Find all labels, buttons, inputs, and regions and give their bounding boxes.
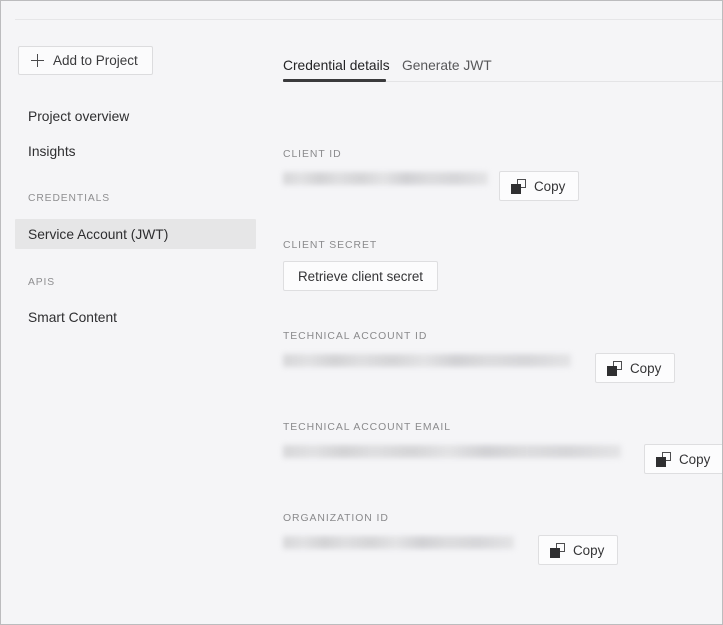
copy-technical-account-email-button[interactable]: Copy: [644, 444, 722, 474]
credentials-page: Add to Project Project overview Insights…: [0, 0, 723, 625]
field-label: TECHNICAL ACCOUNT EMAIL: [283, 422, 451, 433]
top-divider: [15, 19, 722, 20]
sidebar-item-label: Smart Content: [28, 309, 117, 325]
field-label: CLIENT ID: [283, 149, 342, 160]
copy-button-label: Copy: [573, 542, 605, 558]
field-row: [283, 445, 621, 458]
copy-icon: [607, 360, 622, 376]
field-organization-id: ORGANIZATION ID Copy: [283, 513, 619, 565]
sidebar-item-project-overview[interactable]: Project overview: [15, 101, 256, 131]
field-label: CLIENT SECRET: [283, 240, 378, 251]
tab-label: Generate JWT: [402, 57, 492, 73]
copy-button-label: Copy: [679, 451, 711, 467]
technical-account-id-value: [283, 354, 571, 367]
add-to-project-label: Add to Project: [53, 53, 138, 68]
main-panel: Credential details Generate JWT CLIENT I…: [271, 31, 722, 624]
copy-icon: [550, 542, 565, 558]
copy-icon: [656, 451, 671, 467]
retrieve-button-label: Retrieve client secret: [298, 268, 424, 284]
field-label: ORGANIZATION ID: [283, 513, 389, 524]
field-row: [283, 354, 571, 367]
technical-account-email-value: [283, 445, 621, 458]
copy-icon: [511, 178, 526, 194]
retrieve-client-secret-button[interactable]: Retrieve client secret: [283, 261, 439, 291]
copy-organization-id-button[interactable]: Copy: [538, 535, 619, 565]
sidebar-item-label: Insights: [28, 143, 76, 159]
field-client-secret: CLIENT SECRET Retrieve client secret: [283, 240, 439, 291]
plus-icon: [31, 54, 44, 67]
sidebar-section-credentials: CREDENTIALS: [28, 193, 110, 204]
sidebar: Add to Project Project overview Insights…: [1, 31, 271, 624]
sidebar-item-label: Service Account (JWT): [28, 226, 169, 242]
tab-credential-details[interactable]: Credential details: [283, 49, 390, 81]
add-to-project-button[interactable]: Add to Project: [18, 46, 153, 75]
field-technical-account-id: TECHNICAL ACCOUNT ID Copy: [283, 331, 676, 383]
field-technical-account-email: TECHNICAL ACCOUNT EMAIL Copy: [283, 422, 722, 474]
active-tab-indicator: [283, 79, 386, 82]
tab-bar: Credential details Generate JWT: [271, 49, 722, 81]
client-id-value: [283, 172, 488, 185]
tab-generate-jwt[interactable]: Generate JWT: [402, 49, 492, 81]
sidebar-item-label: Project overview: [28, 108, 130, 124]
field-label: TECHNICAL ACCOUNT ID: [283, 331, 428, 342]
tab-label: Credential details: [283, 57, 390, 73]
copy-button-label: Copy: [534, 178, 566, 194]
field-client-id: CLIENT ID Copy: [283, 149, 580, 201]
sidebar-item-service-account-jwt[interactable]: Service Account (JWT): [15, 219, 256, 249]
sidebar-item-insights[interactable]: Insights: [15, 136, 256, 166]
sidebar-item-smart-content[interactable]: Smart Content: [15, 302, 256, 332]
copy-button-label: Copy: [630, 360, 662, 376]
copy-client-id-button[interactable]: Copy: [499, 171, 580, 201]
sidebar-section-apis: APIS: [28, 277, 56, 288]
copy-technical-account-id-button[interactable]: Copy: [595, 353, 676, 383]
field-row: [283, 536, 514, 549]
field-row: [283, 172, 488, 185]
organization-id-value: [283, 536, 514, 549]
